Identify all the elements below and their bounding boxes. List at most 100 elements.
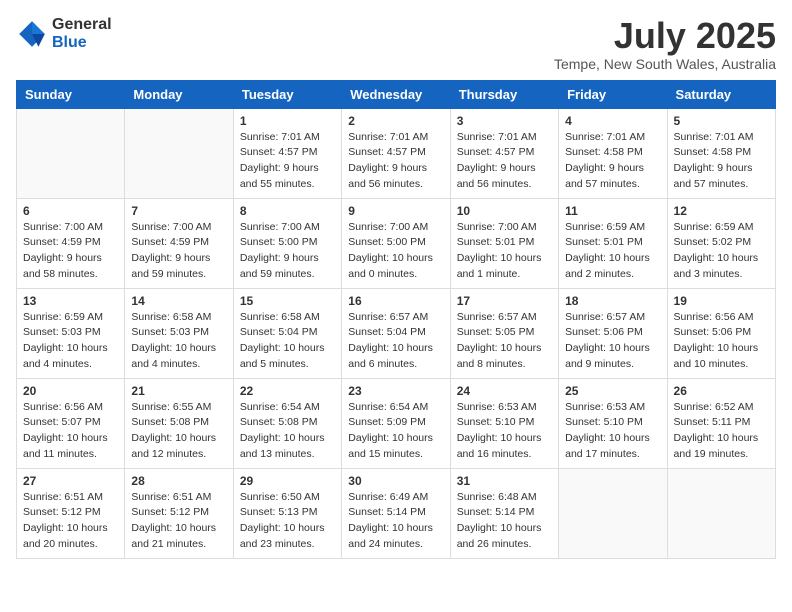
day-info: Sunrise: 6:49 AMSunset: 5:14 PMDaylight:… <box>348 490 443 553</box>
day-number: 30 <box>348 474 443 488</box>
calendar-cell: 26 Sunrise: 6:52 AMSunset: 5:11 PMDayligh… <box>667 378 775 468</box>
calendar-cell <box>667 468 775 558</box>
logo-general-text: General <box>52 16 112 34</box>
day-number: 26 <box>674 384 769 398</box>
calendar-header-saturday: Saturday <box>667 80 775 108</box>
calendar-cell: 10Sunrise: 7:00 AMSunset: 5:01 PMDayligh… <box>450 198 558 288</box>
calendar-cell: 20 Sunrise: 6:56 AMSunset: 5:07 PMDayligh… <box>17 378 125 468</box>
day-number: 24 <box>457 384 552 398</box>
page-header: General Blue July 2025 Tempe, New South … <box>16 16 776 72</box>
calendar-cell <box>125 108 233 198</box>
day-info: Sunrise: 7:01 AMSunset: 4:57 PMDaylight:… <box>240 130 335 193</box>
day-number: 18 <box>565 294 660 308</box>
calendar-cell: 6Sunrise: 7:00 AMSunset: 4:59 PMDaylight… <box>17 198 125 288</box>
calendar-table: SundayMondayTuesdayWednesdayThursdayFrid… <box>16 80 776 559</box>
calendar-cell: 1 Sunrise: 7:01 AMSunset: 4:57 PMDaylight… <box>233 108 341 198</box>
calendar-header-wednesday: Wednesday <box>342 80 450 108</box>
day-info: Sunrise: 7:00 AMSunset: 5:00 PMDaylight:… <box>348 220 443 283</box>
day-number: 9 <box>348 204 443 218</box>
day-number: 13 <box>23 294 118 308</box>
calendar-cell: 25 Sunrise: 6:53 AMSunset: 5:10 PMDayligh… <box>559 378 667 468</box>
day-info: Sunrise: 7:00 AMSunset: 4:59 PMDaylight:… <box>23 220 118 283</box>
day-number: 22 <box>240 384 335 398</box>
calendar-week-4: 20 Sunrise: 6:56 AMSunset: 5:07 PMDayligh… <box>17 378 776 468</box>
calendar-cell: 7 Sunrise: 7:00 AMSunset: 4:59 PMDaylight… <box>125 198 233 288</box>
calendar-cell: 8 Sunrise: 7:00 AMSunset: 5:00 PMDaylight… <box>233 198 341 288</box>
calendar-cell: 13 Sunrise: 6:59 AMSunset: 5:03 PMDayligh… <box>17 288 125 378</box>
day-info: Sunrise: 6:58 AMSunset: 5:03 PMDaylight:… <box>131 310 226 373</box>
day-info: Sunrise: 7:00 AMSunset: 5:00 PMDaylight:… <box>240 220 335 283</box>
calendar-cell: 3 Sunrise: 7:01 AMSunset: 4:57 PMDaylight… <box>450 108 558 198</box>
calendar-cell: 28 Sunrise: 6:51 AMSunset: 5:12 PMDayligh… <box>125 468 233 558</box>
calendar-cell: 2Sunrise: 7:01 AMSunset: 4:57 PMDaylight… <box>342 108 450 198</box>
month-title: July 2025 <box>554 16 776 56</box>
calendar-header-row: SundayMondayTuesdayWednesdayThursdayFrid… <box>17 80 776 108</box>
calendar-cell: 17Sunrise: 6:57 AMSunset: 5:05 PMDayligh… <box>450 288 558 378</box>
day-info: Sunrise: 6:54 AMSunset: 5:08 PMDaylight:… <box>240 400 335 463</box>
day-number: 11 <box>565 204 660 218</box>
day-number: 27 <box>23 474 118 488</box>
day-info: Sunrise: 6:53 AMSunset: 5:10 PMDaylight:… <box>457 400 552 463</box>
logo-blue-text: Blue <box>52 34 112 52</box>
day-number: 25 <box>565 384 660 398</box>
calendar-cell: 4Sunrise: 7:01 AMSunset: 4:58 PMDaylight… <box>559 108 667 198</box>
calendar-cell: 23 Sunrise: 6:54 AMSunset: 5:09 PMDayligh… <box>342 378 450 468</box>
calendar-header-thursday: Thursday <box>450 80 558 108</box>
day-number: 12 <box>674 204 769 218</box>
calendar-cell: 19 Sunrise: 6:56 AMSunset: 5:06 PMDayligh… <box>667 288 775 378</box>
day-number: 8 <box>240 204 335 218</box>
day-info: Sunrise: 6:51 AMSunset: 5:12 PMDaylight:… <box>23 490 118 553</box>
day-info: Sunrise: 7:01 AMSunset: 4:58 PMDaylight:… <box>674 130 769 193</box>
calendar-header-friday: Friday <box>559 80 667 108</box>
logo-text: General Blue <box>52 16 112 51</box>
day-number: 2 <box>348 114 443 128</box>
day-info: Sunrise: 6:56 AMSunset: 5:06 PMDaylight:… <box>674 310 769 373</box>
day-number: 1 <box>240 114 335 128</box>
day-number: 14 <box>131 294 226 308</box>
day-info: Sunrise: 7:00 AMSunset: 4:59 PMDaylight:… <box>131 220 226 283</box>
calendar-cell: 11 Sunrise: 6:59 AMSunset: 5:01 PMDayligh… <box>559 198 667 288</box>
day-info: Sunrise: 6:53 AMSunset: 5:10 PMDaylight:… <box>565 400 660 463</box>
calendar-cell: 15 Sunrise: 6:58 AMSunset: 5:04 PMDayligh… <box>233 288 341 378</box>
day-info: Sunrise: 6:59 AMSunset: 5:01 PMDaylight:… <box>565 220 660 283</box>
day-number: 15 <box>240 294 335 308</box>
day-number: 20 <box>23 384 118 398</box>
day-info: Sunrise: 6:56 AMSunset: 5:07 PMDaylight:… <box>23 400 118 463</box>
calendar-cell: 30 Sunrise: 6:49 AMSunset: 5:14 PMDayligh… <box>342 468 450 558</box>
day-info: Sunrise: 7:01 AMSunset: 4:57 PMDaylight:… <box>457 130 552 193</box>
calendar-week-2: 6Sunrise: 7:00 AMSunset: 4:59 PMDaylight… <box>17 198 776 288</box>
calendar-week-3: 13 Sunrise: 6:59 AMSunset: 5:03 PMDayligh… <box>17 288 776 378</box>
calendar-cell: 14 Sunrise: 6:58 AMSunset: 5:03 PMDayligh… <box>125 288 233 378</box>
day-number: 17 <box>457 294 552 308</box>
day-info: Sunrise: 6:51 AMSunset: 5:12 PMDaylight:… <box>131 490 226 553</box>
day-number: 23 <box>348 384 443 398</box>
day-number: 3 <box>457 114 552 128</box>
day-info: Sunrise: 6:59 AMSunset: 5:03 PMDaylight:… <box>23 310 118 373</box>
day-number: 31 <box>457 474 552 488</box>
calendar-cell: 21Sunrise: 6:55 AMSunset: 5:08 PMDayligh… <box>125 378 233 468</box>
day-number: 7 <box>131 204 226 218</box>
day-number: 5 <box>674 114 769 128</box>
day-number: 21 <box>131 384 226 398</box>
calendar-cell <box>559 468 667 558</box>
day-info: Sunrise: 6:52 AMSunset: 5:11 PMDaylight:… <box>674 400 769 463</box>
calendar-cell: 27 Sunrise: 6:51 AMSunset: 5:12 PMDayligh… <box>17 468 125 558</box>
calendar-cell: 9 Sunrise: 7:00 AMSunset: 5:00 PMDaylight… <box>342 198 450 288</box>
location-subtitle: Tempe, New South Wales, Australia <box>554 56 776 72</box>
title-area: July 2025 Tempe, New South Wales, Austra… <box>554 16 776 72</box>
calendar-cell <box>17 108 125 198</box>
calendar-cell: 16Sunrise: 6:57 AMSunset: 5:04 PMDayligh… <box>342 288 450 378</box>
day-info: Sunrise: 7:01 AMSunset: 4:58 PMDaylight:… <box>565 130 660 193</box>
day-info: Sunrise: 6:50 AMSunset: 5:13 PMDaylight:… <box>240 490 335 553</box>
day-number: 28 <box>131 474 226 488</box>
calendar-header-tuesday: Tuesday <box>233 80 341 108</box>
day-number: 19 <box>674 294 769 308</box>
day-info: Sunrise: 6:58 AMSunset: 5:04 PMDaylight:… <box>240 310 335 373</box>
logo-icon <box>16 18 48 50</box>
day-number: 29 <box>240 474 335 488</box>
day-info: Sunrise: 6:54 AMSunset: 5:09 PMDaylight:… <box>348 400 443 463</box>
calendar-cell: 18Sunrise: 6:57 AMSunset: 5:06 PMDayligh… <box>559 288 667 378</box>
calendar-cell: 12Sunrise: 6:59 AMSunset: 5:02 PMDayligh… <box>667 198 775 288</box>
calendar-cell: 29 Sunrise: 6:50 AMSunset: 5:13 PMDayligh… <box>233 468 341 558</box>
logo: General Blue <box>16 16 112 51</box>
